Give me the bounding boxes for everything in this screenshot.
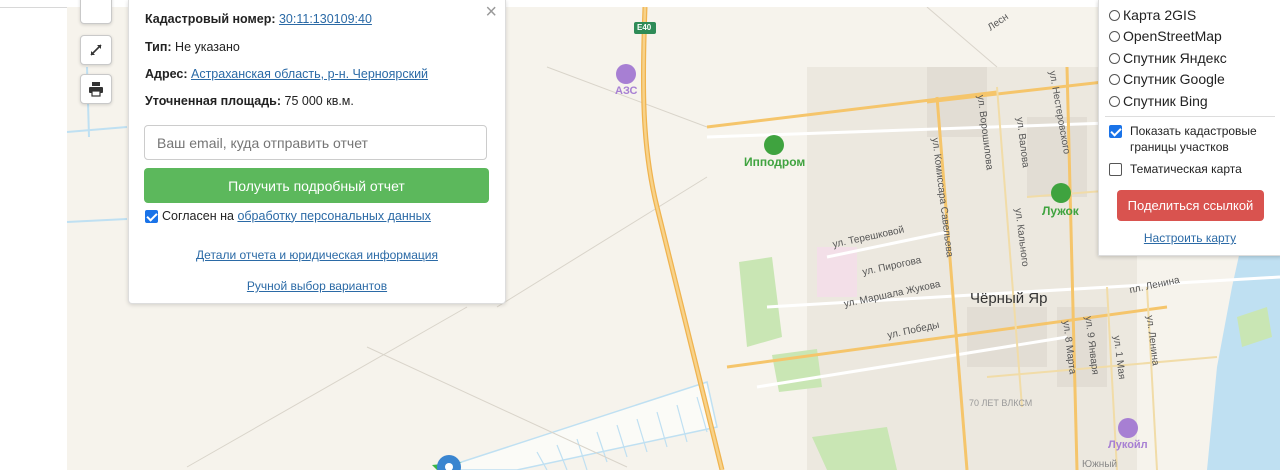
cadastral-number-link[interactable]: 30:11:130109:40 [279,12,372,26]
layer-option-label: Спутник Bing [1123,93,1208,109]
checkbox-checked-icon [1109,125,1122,138]
configure-map-link[interactable]: Настроить карту [1144,231,1236,245]
layer-option[interactable]: Спутник Bing [1109,93,1208,109]
poi-luzhok-label: Лужок [1042,204,1079,218]
email-input[interactable] [144,125,487,160]
thematic-map-label: Тематическая карта [1130,162,1242,176]
share-link-button[interactable]: Поделиться ссылкой [1117,190,1264,221]
thematic-map-toggle[interactable]: Тематическая карта [1109,161,1242,177]
map-layers-panel: Карта 2GIS OpenStreetMap Спутник Яндекс … [1098,0,1280,256]
configure-link-wrap: Настроить карту [1099,231,1280,245]
manual-link-wrap: Ручной выбор вариантов [129,279,505,293]
layer-option-label: OpenStreetMap [1123,28,1222,44]
type-row: Тип: Не указано [145,40,240,54]
district-label-south: Южный [1082,459,1118,470]
layer-option-label: Спутник Яндекс [1123,50,1227,66]
radio-icon [1109,95,1120,107]
layer-option-label: Карта 2GIS [1123,7,1197,23]
get-report-button[interactable]: Получить подробный отчет [144,168,489,203]
print-button[interactable] [80,74,112,104]
layer-option[interactable]: Спутник Яндекс [1109,50,1227,66]
consent-link[interactable]: обработку персональных данных [237,209,430,223]
printer-icon [89,82,103,97]
cadastral-borders-label: Показать кадастровые границы участков [1130,124,1257,154]
consent-text: Согласен на [162,208,234,223]
manual-selection-link[interactable]: Ручной выбор вариантов [247,279,387,293]
consent-row: Согласен на обработку персональных данны… [145,208,431,223]
district-label: 70 ЛЕТ ВЛКСМ [969,398,1033,408]
checkbox-icon [1109,163,1122,176]
radio-icon [1109,52,1120,64]
cadastral-row: Кадастровый номер: 30:11:130109:40 [145,12,372,26]
layer-option[interactable]: Спутник Google [1109,71,1225,87]
radio-icon [1109,73,1120,85]
parcel-info-panel: × Кадастровый номер: 30:11:130109:40 Тип… [128,0,506,304]
details-link[interactable]: Детали отчета и юридическая информация [196,248,438,262]
cadastral-label: Кадастровый номер: [145,12,276,26]
zoom-button[interactable] [80,0,112,24]
fullscreen-button[interactable] [80,35,112,65]
radio-icon [1109,9,1120,21]
area-row: Уточненная площадь: 75 000 кв.м. [145,94,354,108]
consent-checkbox[interactable] [145,208,162,223]
type-value: Не указано [175,40,240,54]
radio-icon [1109,30,1120,42]
close-icon[interactable]: × [485,2,497,22]
area-label: Уточненная площадь: [145,94,282,108]
area-value: 75 000 кв.м. [284,94,354,108]
highway-label: E40 [637,23,652,32]
poi-azs-label: АЗС [615,85,638,97]
divider [1105,116,1275,117]
address-row: Адрес: Астраханская область, р-н. Черноя… [145,67,428,81]
address-label: Адрес: [145,67,188,81]
layer-option-label: Спутник Google [1123,71,1225,87]
layer-option[interactable]: OpenStreetMap [1109,28,1222,44]
expand-icon [90,44,102,56]
poi-ippodrom-label: Ипподром [744,155,806,169]
town-label: Чёрный Яр [970,290,1048,307]
layer-option[interactable]: Карта 2GIS [1109,7,1196,23]
details-link-wrap: Детали отчета и юридическая информация [129,248,505,262]
cadastral-borders-toggle[interactable]: Показать кадастровые границы участков [1109,123,1274,155]
poi-lukoil-label: Лукойл [1108,439,1148,451]
address-link[interactable]: Астраханская область, р-н. Черноярский [191,67,428,81]
type-label: Тип: [145,40,172,54]
